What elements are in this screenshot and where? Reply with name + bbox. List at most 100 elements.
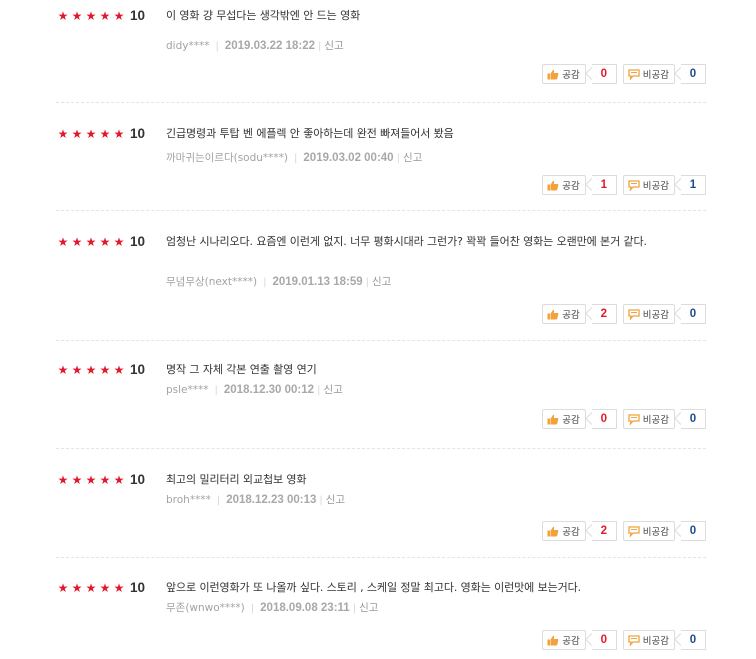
dislike-count-value: 0 (689, 308, 697, 320)
dislike-count-value: 0 (689, 525, 697, 537)
dislike-count-value: 0 (689, 68, 697, 80)
stars-icon: ★ ★ ★ ★ ★ (56, 9, 126, 23)
dislike-button[interactable]: 비공감 (622, 409, 675, 429)
divider: | (352, 603, 357, 614)
thumbs-up-icon (547, 414, 559, 424)
report-link[interactable]: 신고 (403, 152, 422, 164)
star-icon: ★ (85, 9, 97, 23)
like-button[interactable]: 공감 (542, 64, 586, 84)
dislike-button[interactable]: 비공감 (622, 175, 675, 195)
review-text: 긴급명령과 투탑 벤 에플렉 안 좋아하는데 완전 빠져들어서 봤음 (166, 127, 454, 140)
dislike-button[interactable]: 비공감 (622, 304, 675, 324)
author-name[interactable]: psle**** (166, 384, 209, 396)
dislike-count: 0 (681, 521, 706, 541)
score: 10 (130, 472, 146, 487)
like-button[interactable]: 공감 (542, 521, 586, 541)
divider: | (365, 277, 370, 288)
star-icon: ★ (71, 473, 83, 487)
review-date: 2018.09.08 23:11 (260, 602, 350, 614)
author-name[interactable]: 무존(wnwo****) (166, 602, 245, 614)
dislike-count: 0 (681, 64, 706, 84)
thumbs-up-icon (547, 69, 559, 79)
score: 10 (130, 362, 146, 377)
sympathy-controls: 공감 2 비공감 0 (542, 304, 706, 324)
star-icon: ★ (85, 473, 97, 487)
star-icon: ★ (99, 235, 111, 249)
review-meta: psle**** | 2018.12.30 00:12 | 신고 (166, 383, 343, 398)
review-text: 엄청난 시나리오다. 요즘엔 이런게 없지. 너무 평화시대라 그런가? 꽉꽉 … (166, 235, 647, 248)
like-count: 0 (591, 409, 617, 429)
star-icon: ★ (71, 127, 83, 141)
review-date: 2018.12.23 00:13 (226, 494, 317, 506)
like-count: 1 (591, 175, 617, 195)
review-divider (56, 340, 706, 341)
review-divider (56, 210, 706, 211)
like-button[interactable]: 공감 (542, 304, 586, 324)
divider: | (216, 495, 221, 506)
star-rating: ★ ★ ★ ★ ★ 10 (56, 233, 145, 251)
dislike-count: 0 (681, 409, 706, 429)
star-rating: ★ ★ ★ ★ ★ 10 (56, 579, 145, 597)
review-text: 최고의 밀리터리 외교첩보 영화 (166, 473, 307, 486)
dislike-button[interactable]: 비공감 (622, 64, 675, 84)
sympathy-controls: 공감 2 비공감 0 (542, 521, 706, 541)
star-icon: ★ (113, 9, 125, 23)
like-button[interactable]: 공감 (542, 630, 586, 650)
review-text: 앞으로 이런영화가 또 나올까 싶다. 스토리 , 스케일 정말 최고다. 영화… (166, 581, 582, 594)
report-link[interactable]: 신고 (359, 602, 378, 614)
stars-icon: ★ ★ ★ ★ ★ (56, 127, 126, 141)
speech-bubble-icon (628, 634, 640, 646)
star-icon: ★ (113, 473, 125, 487)
dislike-label: 비공감 (642, 415, 669, 426)
dislike-button[interactable]: 비공감 (622, 630, 675, 650)
review-date: 2018.12.30 00:12 (223, 384, 315, 396)
divider: | (263, 277, 267, 288)
dislike-count-value: 0 (689, 413, 697, 425)
dislike-count: 0 (681, 630, 706, 650)
like-count: 2 (591, 521, 617, 541)
review-meta: didy**** | 2019.03.22 18:22 | 신고 (166, 39, 344, 54)
speech-bubble-icon (628, 179, 640, 191)
author-name[interactable]: 무념무상(next****) (166, 276, 257, 288)
author-name[interactable]: didy**** (166, 40, 209, 52)
sympathy-controls: 공감 0 비공감 0 (542, 409, 706, 429)
sympathy-controls: 공감 0 비공감 0 (542, 630, 706, 650)
like-label: 공감 (562, 181, 580, 192)
star-icon: ★ (113, 581, 125, 595)
star-icon: ★ (99, 473, 111, 487)
author-name[interactable]: 까마귀는이르다(sodu****) (166, 152, 288, 164)
report-link[interactable]: 신고 (324, 40, 343, 52)
report-link[interactable]: 신고 (326, 494, 345, 506)
review-meta: 까마귀는이르다(sodu****) | 2019.03.02 00:40 | 신고 (166, 151, 422, 166)
dislike-count-value: 0 (689, 634, 697, 646)
like-count-value: 2 (600, 525, 607, 537)
stars-icon: ★ ★ ★ ★ ★ (56, 363, 126, 377)
speech-bubble-icon (628, 68, 640, 80)
stars-icon: ★ ★ ★ ★ ★ (56, 581, 126, 595)
divider: | (318, 41, 322, 52)
star-icon: ★ (99, 363, 111, 377)
speech-bubble-icon (628, 308, 640, 320)
star-rating: ★ ★ ★ ★ ★ 10 (56, 125, 145, 143)
star-icon: ★ (99, 9, 111, 23)
review-divider (56, 448, 706, 449)
divider: | (294, 153, 298, 164)
report-link[interactable]: 신고 (323, 384, 342, 396)
like-button[interactable]: 공감 (542, 409, 586, 429)
like-button[interactable]: 공감 (542, 175, 586, 195)
report-link[interactable]: 신고 (372, 276, 391, 288)
thumbs-up-icon (547, 180, 559, 190)
dislike-button[interactable]: 비공감 (622, 521, 675, 541)
like-count: 0 (591, 630, 617, 650)
star-icon: ★ (85, 235, 97, 249)
like-count: 2 (591, 304, 617, 324)
star-icon: ★ (57, 473, 69, 487)
thumbs-up-icon (547, 526, 559, 536)
like-count-value: 0 (600, 413, 607, 425)
thumbs-up-icon (547, 309, 559, 319)
score: 10 (130, 8, 146, 23)
author-name[interactable]: broh**** (166, 494, 211, 506)
like-label: 공감 (562, 527, 580, 538)
review-meta: broh**** | 2018.12.23 00:13 | 신고 (166, 493, 345, 508)
star-rating: ★ ★ ★ ★ ★ 10 (56, 7, 145, 25)
